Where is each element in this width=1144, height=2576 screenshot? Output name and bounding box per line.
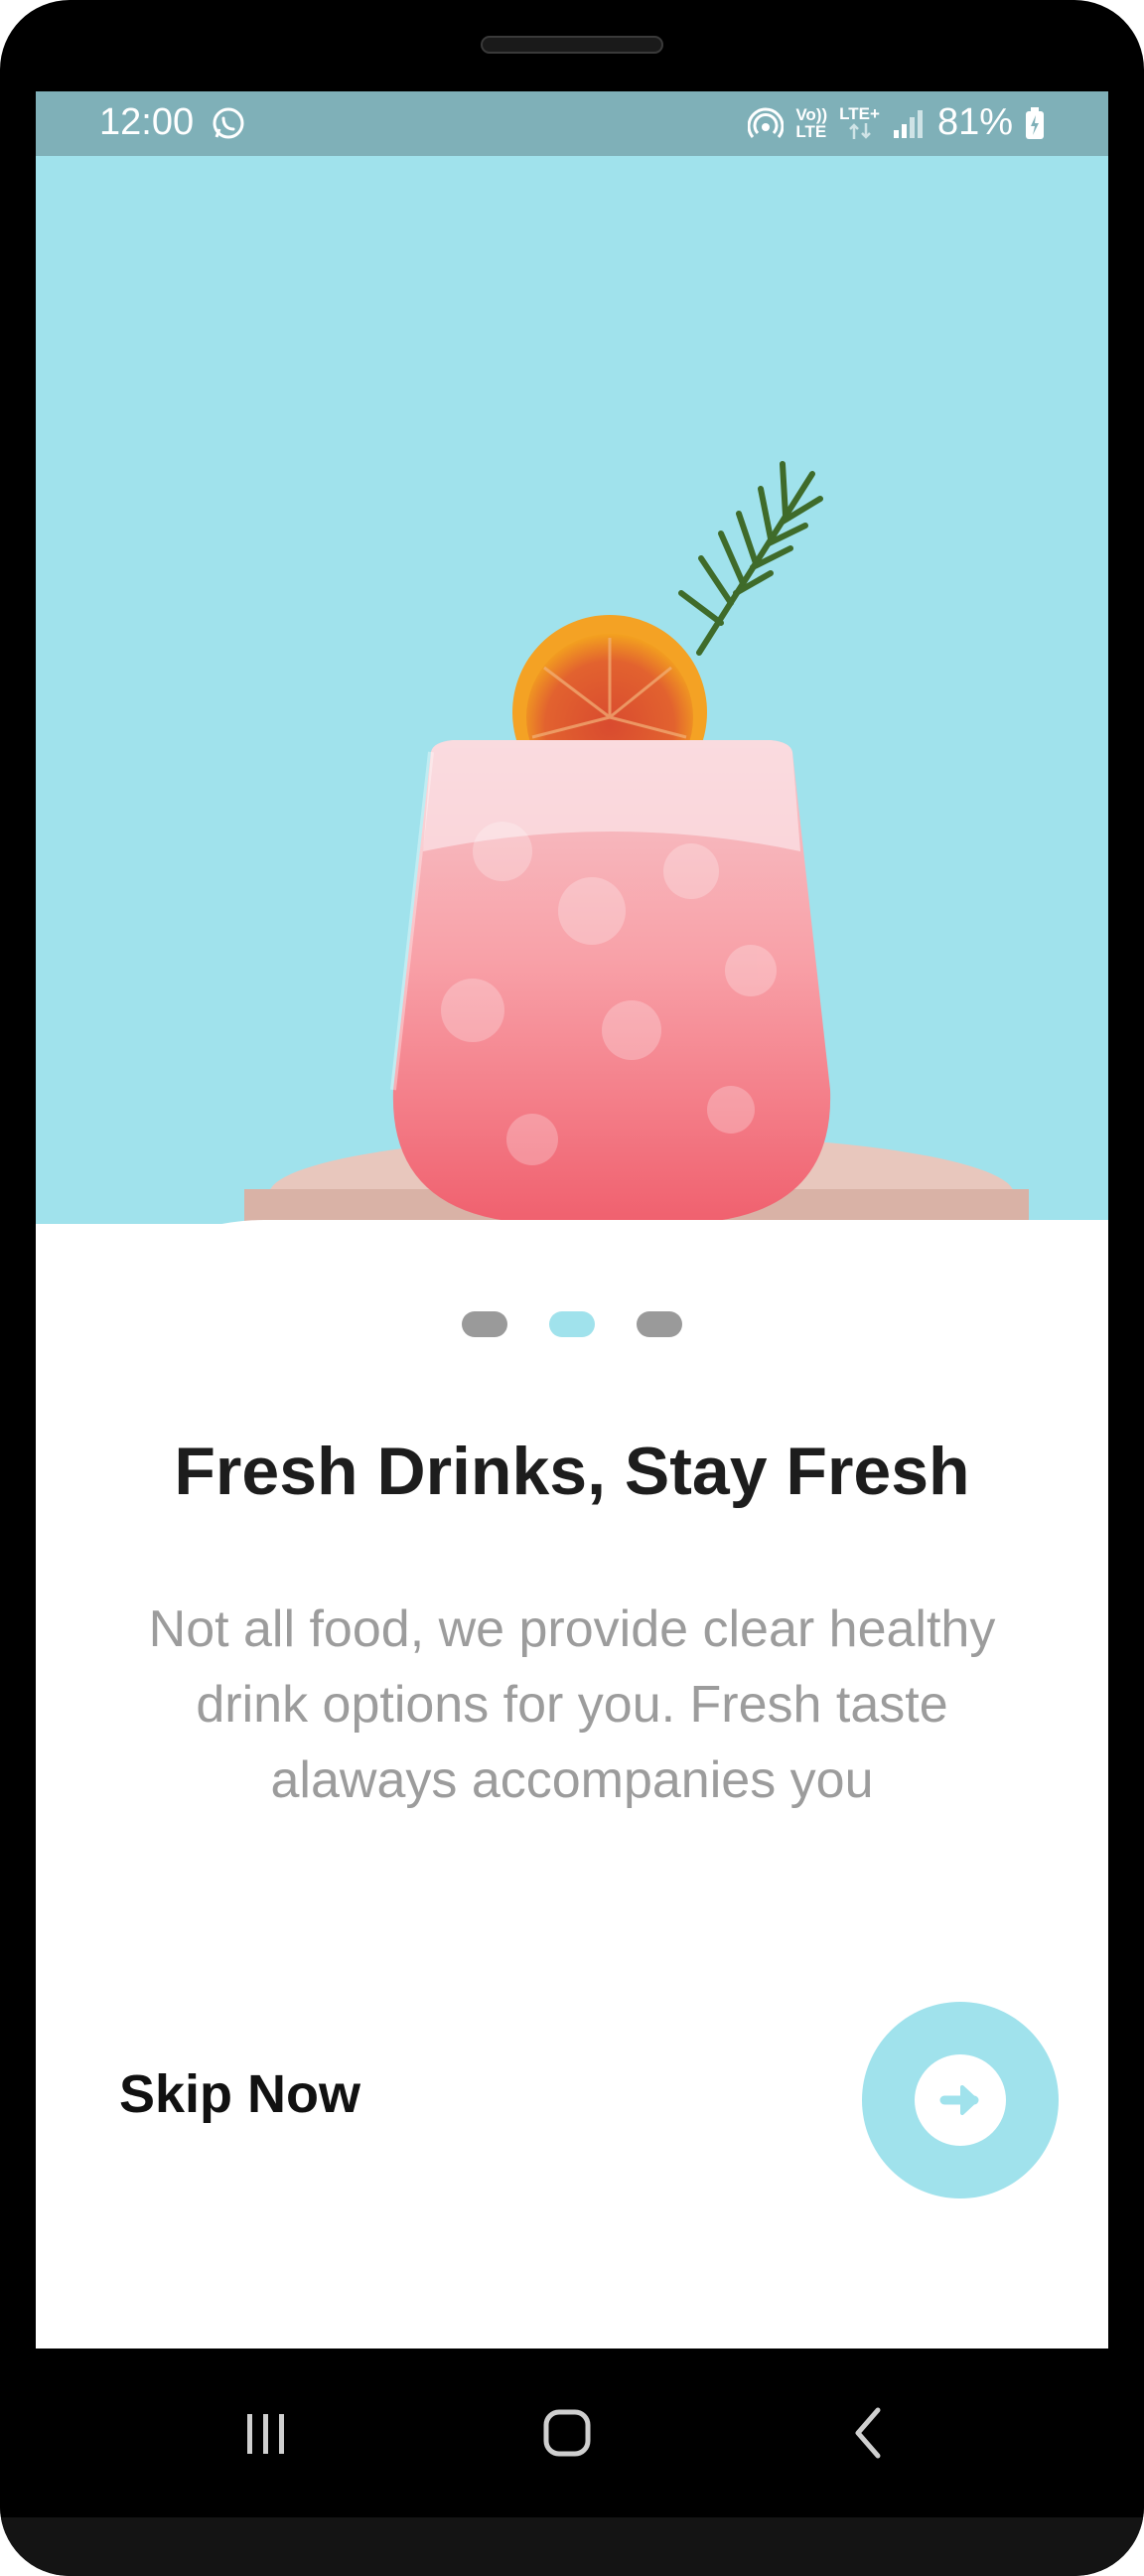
signal-icon [893,109,923,138]
rosemary-garnish [678,461,823,656]
lte-plus-indicator: LTE+ [839,105,880,140]
whatsapp-icon [213,107,244,139]
battery-charging-icon [1026,106,1044,139]
skip-now-button[interactable]: Skip Now [119,2063,360,2125]
onboarding-title: Fresh Drinks, Stay Fresh [174,1434,970,1509]
device-chin [0,2517,1144,2576]
volte-top-label: Vo)) [795,104,828,124]
back-icon[interactable] [824,2388,914,2478]
hero-image [36,156,1108,1224]
page-dot-1[interactable] [462,1311,507,1337]
status-icons: Vo)) LTE LTE+ 81% [748,101,1045,144]
recents-icon[interactable] [220,2388,310,2478]
system-navigation-bar [0,2349,1144,2517]
volte-indicator: Vo)) LTE [795,106,827,140]
next-button-inner [915,2054,1006,2146]
next-button[interactable] [862,2002,1059,2198]
hotspot-icon [748,107,785,138]
phone-frame: 12:00 Vo)) LTE LTE+ 81% Fresh Drinks, St… [0,0,1144,2576]
arrow-right-icon [939,2085,979,2115]
earpiece-speaker [481,36,663,54]
page-indicator [36,1311,1108,1337]
battery-percent: 81% [936,101,1013,143]
data-arrows-icon [848,123,871,139]
volte-bottom-label: LTE [795,121,827,141]
home-icon[interactable] [522,2388,612,2478]
lte-plus-label: LTE+ [839,104,880,123]
app-screen: 12:00 Vo)) LTE LTE+ 81% Fresh Drinks, St… [36,91,1108,2349]
page-dot-3[interactable] [637,1311,682,1337]
status-bar: 12:00 Vo)) LTE LTE+ 81% [36,91,1108,156]
status-time: 12:00 [99,101,195,143]
cocktail-illustration [244,461,1029,1224]
page-dot-2-active[interactable] [549,1311,595,1337]
onboarding-description: Not all food, we provide clear healthy d… [148,1600,996,1809]
